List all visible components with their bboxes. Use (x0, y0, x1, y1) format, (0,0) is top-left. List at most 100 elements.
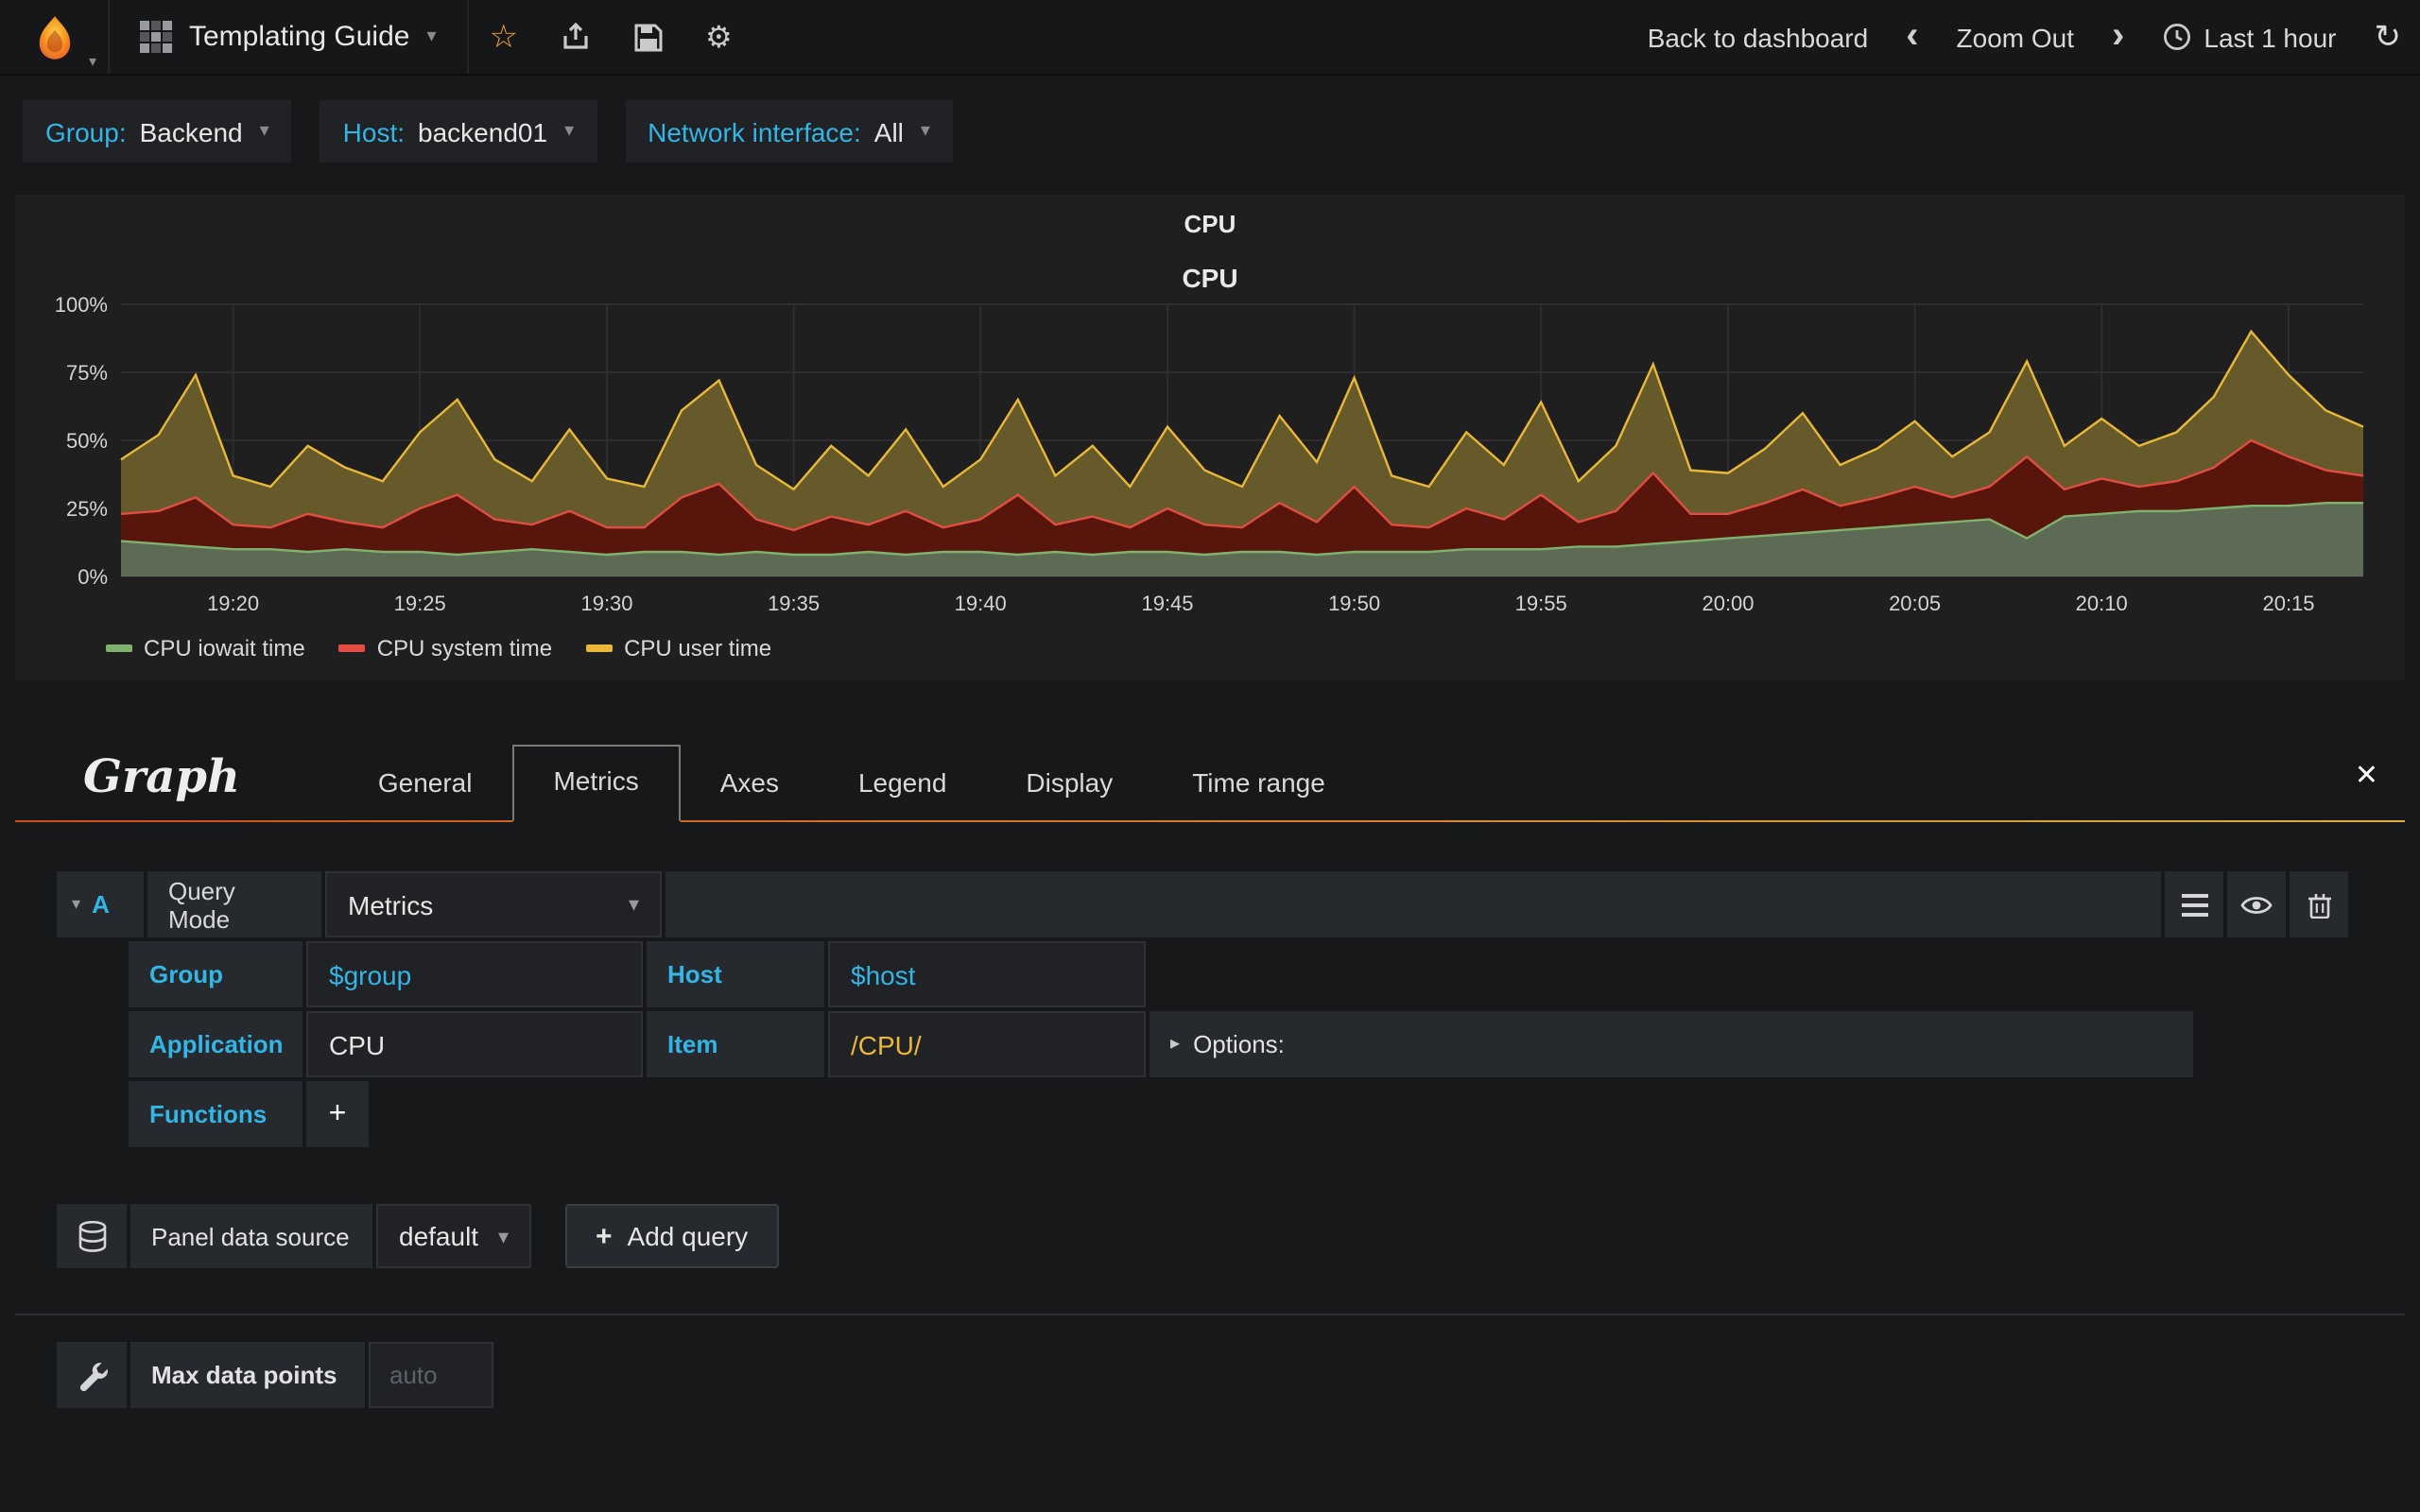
datasource-select[interactable]: default ▾ (376, 1204, 531, 1268)
dashboard-grid-icon (140, 21, 172, 53)
query-menu-button[interactable] (2165, 871, 2223, 937)
query-mode-value: Metrics (348, 889, 434, 919)
svg-text:0%: 0% (78, 565, 108, 589)
application-label: Application (129, 1011, 302, 1077)
plus-icon: + (596, 1220, 613, 1252)
chevron-down-icon: ▾ (628, 894, 639, 917)
panel-datasource-label: Panel data source (130, 1204, 372, 1268)
navbar-right: Back to dashboard ‹ Zoom Out › Last 1 ho… (1629, 0, 2420, 74)
item-input[interactable]: /CPU/ (828, 1011, 1146, 1077)
svg-text:19:20: 19:20 (207, 592, 259, 615)
chevron-down-icon: ▾ (920, 121, 930, 142)
query-editor: ▾ A Query Mode Metrics ▾ Group $group Ho… (57, 871, 2348, 1147)
svg-text:19:55: 19:55 (1515, 592, 1567, 615)
host-label: Host (647, 941, 824, 1007)
tab-general[interactable]: General (338, 748, 512, 820)
legend-item[interactable]: CPU user time (586, 635, 771, 662)
navbar-left: ▾ Templating Guide ▾ ☆ ⚙ (0, 0, 753, 74)
tab-display[interactable]: Display (986, 748, 1152, 820)
editor-panel-type-title: Graph (83, 748, 240, 803)
plus-icon: + (328, 1097, 347, 1129)
options-toggle[interactable]: ▸ Options: (1150, 1011, 2193, 1077)
legend-item[interactable]: CPU iowait time (106, 635, 305, 662)
max-data-points-input[interactable] (369, 1342, 493, 1408)
query-row-filler (666, 871, 2161, 937)
svg-text:19:25: 19:25 (394, 592, 446, 615)
legend-label: CPU user time (624, 635, 772, 662)
grafana-logo-button[interactable]: ▾ (0, 0, 110, 74)
chart-title: CPU (1182, 263, 1238, 293)
legend-swatch (586, 644, 614, 652)
back-to-dashboard-button[interactable]: Back to dashboard (1629, 0, 1888, 74)
query-toggle-visibility-button[interactable] (2227, 871, 2286, 937)
save-dashboard-button[interactable] (613, 0, 684, 74)
query-delete-button[interactable] (2290, 871, 2348, 937)
svg-text:19:40: 19:40 (955, 592, 1007, 615)
svg-text:19:50: 19:50 (1328, 592, 1380, 615)
time-shift-left-button[interactable]: ‹ (1887, 0, 1937, 74)
variable-label: Network interface: (648, 116, 861, 146)
refresh-button[interactable]: ↻ (2356, 0, 2420, 74)
editor-tabs: General Metrics Axes Legend Display Time… (338, 745, 1365, 822)
variable-label: Host: (342, 116, 406, 146)
chart-legend: CPU iowait time CPU system time CPU user… (106, 635, 2390, 662)
query-row-application-item: Application CPU Item /CPU/ ▸ Options: (129, 1011, 2348, 1077)
dashboard-title: Templating Guide (189, 21, 410, 53)
cpu-panel: CPU CPU 0% 25% 50% 75% 100% 19:20 19:25 19:30 19… (15, 195, 2405, 680)
legend-swatch (338, 644, 366, 652)
datasource-value: default (399, 1221, 479, 1251)
group-input[interactable]: $group (306, 941, 643, 1007)
chevron-down-icon: ▾ (426, 26, 437, 47)
section-divider (15, 1314, 2405, 1315)
group-label: Group (129, 941, 302, 1007)
max-data-points-row: Max data points (57, 1342, 2420, 1408)
legend-swatch (106, 644, 132, 652)
zoom-out-button[interactable]: Zoom Out (1938, 0, 2094, 74)
max-data-points-label: Max data points (130, 1342, 365, 1408)
trash-icon (2308, 891, 2330, 918)
variable-value: All (873, 116, 904, 146)
time-shift-right-button[interactable]: › (2093, 0, 2143, 74)
collapse-caret-icon: ▾ (72, 894, 81, 913)
dashboard-title-dropdown[interactable]: Templating Guide ▾ (110, 0, 469, 74)
datasource-row: Panel data source default ▾ + Add query (57, 1204, 2420, 1268)
svg-text:100%: 100% (55, 293, 108, 317)
options-icon-cell (57, 1342, 127, 1408)
host-value: $host (851, 959, 916, 989)
add-query-button[interactable]: + Add query (565, 1204, 779, 1268)
tab-legend[interactable]: Legend (819, 748, 986, 820)
grafana-logo-icon (29, 12, 78, 61)
save-icon (633, 22, 664, 52)
svg-text:75%: 75% (66, 361, 108, 385)
time-range-picker[interactable]: Last 1 hour (2143, 0, 2355, 74)
host-input[interactable]: $host (828, 941, 1146, 1007)
add-function-button[interactable]: + (306, 1081, 369, 1147)
variable-network-interface[interactable]: Network interface: All ▾ (625, 100, 953, 163)
application-input[interactable]: CPU (306, 1011, 643, 1077)
chevron-right-icon: › (2112, 15, 2125, 57)
panel-title[interactable]: CPU (30, 204, 2390, 242)
share-dashboard-button[interactable] (539, 0, 613, 74)
legend-label: CPU system time (376, 635, 553, 662)
svg-text:20:10: 20:10 (2076, 592, 2128, 615)
tab-metrics[interactable]: Metrics (511, 745, 681, 822)
svg-text:20:15: 20:15 (2262, 592, 2314, 615)
variable-value: Backend (139, 116, 243, 146)
eye-icon (2240, 893, 2273, 916)
settings-button[interactable]: ⚙ (684, 0, 753, 74)
chevron-down-icon: ▾ (564, 121, 575, 142)
query-collapse-toggle[interactable]: ▾ A (57, 871, 144, 937)
query-ref-id: A (92, 890, 110, 919)
refresh-icon: ↻ (2374, 18, 2402, 54)
close-editor-icon[interactable]: ✕ (2355, 758, 2405, 807)
legend-item[interactable]: CPU system time (338, 635, 553, 662)
cpu-stacked-area-chart[interactable]: 0% 25% 50% 75% 100% 19:20 19:25 19:30 19:35 19:40… (30, 293, 2390, 626)
database-icon (77, 1220, 107, 1252)
template-variables-bar: Group: Backend ▾ Host: backend01 ▾ Netwo… (0, 76, 2420, 183)
tab-axes[interactable]: Axes (681, 748, 819, 820)
query-mode-select[interactable]: Metrics ▾ (325, 871, 662, 937)
variable-host[interactable]: Host: backend01 ▾ (320, 100, 597, 163)
variable-group[interactable]: Group: Backend ▾ (23, 100, 292, 163)
tab-time-range[interactable]: Time range (1152, 748, 1365, 820)
star-dashboard-button[interactable]: ☆ (469, 0, 540, 74)
